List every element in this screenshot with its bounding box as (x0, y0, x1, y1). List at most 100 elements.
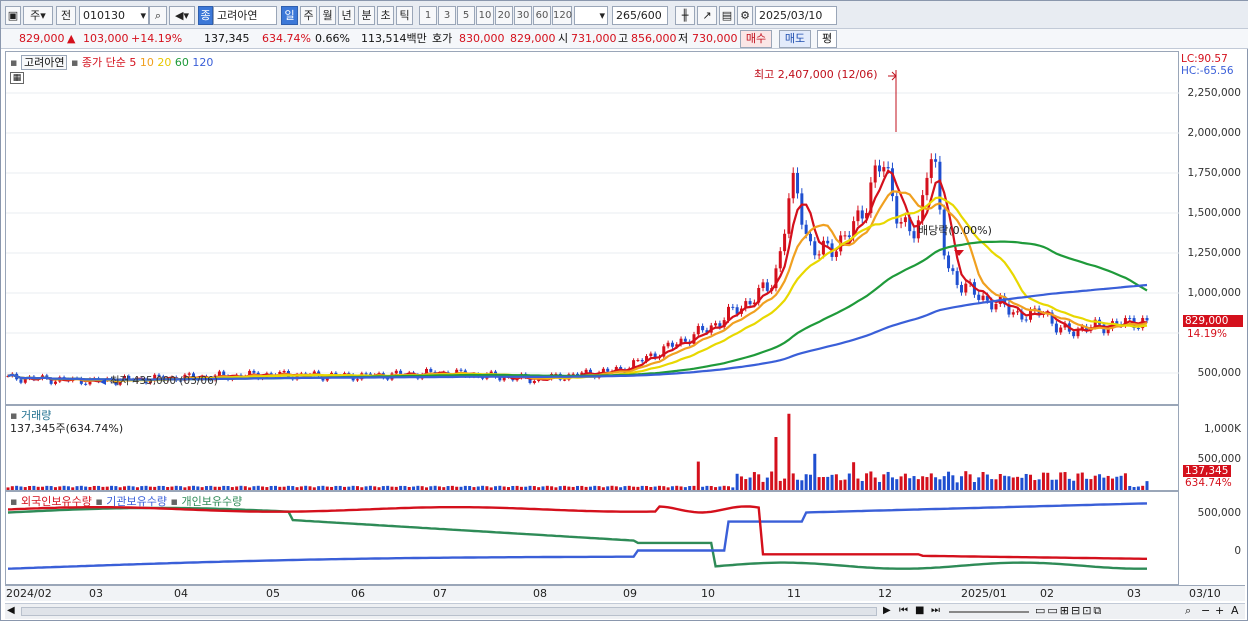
volume-bar (459, 486, 463, 490)
volume-bar (265, 487, 269, 490)
volume-bar (554, 487, 558, 490)
candle-body (808, 233, 812, 242)
volume-bar (321, 485, 325, 490)
volume-bar (144, 485, 148, 490)
volume-bar (675, 485, 679, 490)
last-page-icon[interactable]: ⏭ (931, 605, 940, 616)
scroll-track[interactable] (21, 607, 877, 616)
volume-pane[interactable]: ▪ 거래량 137,345주(634.74%) (5, 405, 1179, 491)
interval-120[interactable]: 120 (552, 6, 572, 25)
volume-bar (1115, 476, 1119, 490)
buy-button[interactable]: 매수 (740, 30, 772, 48)
price-pane[interactable]: ▪ 고려아연 ▪ 종가 단순 5 10 20 60 120 ▦ 최고 2,407… (5, 51, 1180, 405)
code-input[interactable]: 010130 ▾ (79, 6, 149, 25)
interval-5[interactable]: 5 (457, 6, 475, 25)
volume-bar (1029, 474, 1033, 490)
volume-pct: 634.74% (262, 32, 311, 45)
interval-30[interactable]: 30 (514, 6, 532, 25)
volume-bar (519, 486, 523, 490)
toolbar: ▣ 주▾ 전 010130 ▾ ⌕ ◀▾ 종 고려아연 일 주 월 년 분 초 틱… (1, 1, 1248, 29)
candle-body (459, 369, 463, 371)
scroll-right-icon[interactable]: ▶ (883, 605, 891, 616)
volume-bar (157, 485, 161, 490)
volume-bar (584, 486, 588, 490)
period-day[interactable]: 일 (281, 6, 298, 25)
x-axis: 2024/02 03 04 05 06 07 08 09 10 11 12 20… (5, 585, 1245, 601)
line-tool-icon[interactable]: ↗ (697, 6, 717, 25)
volume-bar (1016, 476, 1020, 490)
font-size-icon[interactable]: A (1231, 604, 1239, 617)
first-page-icon[interactable]: ⏮ (899, 605, 908, 616)
holder-pane[interactable]: ▪ 외국인보유수량 ▪ 기관보유수량 ▪ 개인보유수량 (5, 491, 1179, 585)
volume-bar (765, 477, 769, 490)
candle-body (925, 177, 929, 196)
volume-bar (269, 485, 273, 490)
volume-bar (153, 486, 157, 490)
volume-bar (808, 474, 812, 490)
price-chart (6, 70, 1180, 387)
period-week[interactable]: 주 (300, 6, 317, 25)
candle-body (959, 284, 963, 293)
interval-60[interactable]: 60 (533, 6, 551, 25)
scroll-left-icon[interactable]: ◀ (7, 605, 15, 616)
interval-10[interactable]: 10 (476, 6, 494, 25)
candle-body (714, 323, 718, 326)
market-select[interactable]: 주▾ (23, 6, 53, 25)
date-field[interactable]: 2025/03/10 (755, 6, 837, 25)
volume-bar (498, 485, 502, 490)
period-minute[interactable]: 분 (358, 6, 375, 25)
legend-stock-name[interactable]: 고려아연 (20, 55, 68, 70)
y-tick-1250000: 1,250,000 (1187, 247, 1241, 259)
volume-bar (796, 479, 800, 490)
zoom-icon[interactable]: ⌕ (1185, 604, 1191, 618)
interval-1[interactable]: 1 (419, 6, 437, 25)
eval-button[interactable]: 평 (817, 30, 837, 48)
price-y-axis: LC:90.57 HC:-65.56 2,250,000 2,000,000 1… (1179, 51, 1245, 405)
candle-body (947, 255, 951, 269)
sound-icon[interactable]: ◀▾ (169, 6, 195, 25)
volume-bar (614, 486, 618, 490)
volume-bar (291, 486, 295, 490)
legend-ma-60: 60 (174, 56, 189, 69)
sell-button[interactable]: 매도 (779, 30, 811, 48)
prev-button[interactable]: 전 (56, 6, 76, 25)
stop-icon[interactable]: ■ (915, 605, 924, 616)
view-tools-icon[interactable]: ▭▭⊞⊟⊡⧉ (1035, 604, 1103, 618)
layout-icon[interactable]: ▣ (5, 6, 21, 25)
volume-bar (705, 485, 709, 490)
x-tick: 03 (1127, 587, 1141, 600)
candle-body (778, 251, 782, 269)
zoom-slider[interactable] (949, 611, 1029, 613)
zoom-out-icon[interactable]: − (1201, 604, 1210, 617)
interval-3[interactable]: 3 (438, 6, 456, 25)
volume-bar (856, 478, 860, 490)
volume-bar (567, 486, 571, 490)
open-price: 731,000 (571, 32, 617, 45)
volume-bar (1072, 480, 1076, 490)
candle-icon[interactable]: ╫ (675, 6, 695, 25)
x-tick: 2024/02 (6, 587, 52, 600)
period-second[interactable]: 초 (377, 6, 394, 25)
search-icon[interactable]: ⌕ (149, 6, 167, 25)
gear-icon[interactable]: ⚙ (737, 6, 753, 25)
calendar-icon[interactable]: ▦ (10, 72, 24, 84)
count-field[interactable]: 265/600 (612, 6, 668, 25)
volume-bar (45, 485, 49, 490)
volume-bar (381, 486, 385, 490)
interval-custom-select[interactable]: ▾ (574, 6, 608, 25)
volume-bar (1041, 472, 1045, 490)
volume-bar (882, 474, 886, 490)
period-month[interactable]: 월 (319, 6, 336, 25)
volume-bar (804, 474, 808, 490)
period-year[interactable]: 년 (338, 6, 355, 25)
interval-20[interactable]: 20 (495, 6, 513, 25)
volume-bar (62, 485, 66, 490)
volume-bar (899, 476, 903, 490)
stock-name-field[interactable]: 고려아연 (213, 6, 277, 25)
volume-bar (528, 485, 532, 490)
scroll-bar[interactable]: ◀ ▶ ⏮ ■ ⏭ ▭▭⊞⊟⊡⧉ ⌕ − + A (5, 603, 1245, 619)
period-tick[interactable]: 틱 (396, 6, 413, 25)
save-icon[interactable]: ▤ (719, 6, 735, 25)
volume-bar (166, 486, 170, 490)
zoom-in-icon[interactable]: + (1215, 604, 1224, 617)
